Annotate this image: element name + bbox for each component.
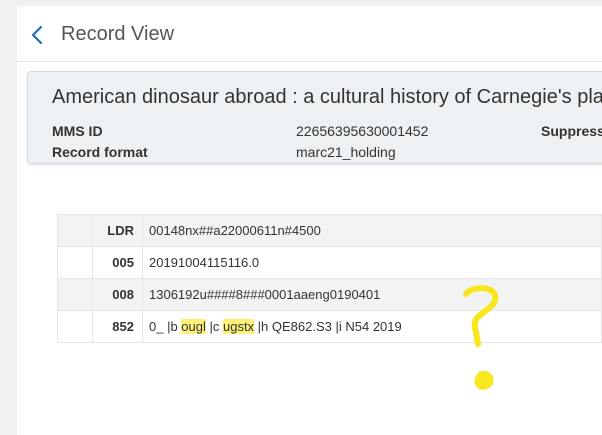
row-gutter bbox=[57, 278, 93, 311]
record-summary-card: American dinosaur abroad : a cultural hi… bbox=[27, 71, 602, 164]
record-title: American dinosaur abroad : a cultural hi… bbox=[52, 86, 602, 108]
marc-content[interactable]: 20191004115116.0 bbox=[142, 246, 602, 279]
subfield-text: |c bbox=[205, 319, 223, 334]
mms-id-label: MMS ID bbox=[52, 123, 103, 139]
record-format-label: Record format bbox=[52, 144, 148, 160]
record-view-page: Record View American dinosaur abroad : a… bbox=[17, 6, 602, 435]
suppress-label: Suppress bbox=[541, 123, 602, 139]
row-gutter bbox=[57, 214, 93, 247]
marc-tag: 005 bbox=[92, 246, 143, 279]
marc-tag: LDR bbox=[92, 214, 143, 247]
record-format-value: marc21_holding bbox=[296, 144, 396, 160]
marc-content[interactable]: 1306192u####8###0001aaeng0190401 bbox=[142, 278, 602, 311]
back-button[interactable] bbox=[29, 24, 45, 46]
row-gutter bbox=[57, 246, 93, 279]
page-header: Record View bbox=[17, 6, 602, 62]
marc-row-852: 852 0_ |b ougl |c ugstx |h QE862.S3 |i N… bbox=[57, 310, 602, 343]
chevron-left-icon bbox=[31, 25, 43, 45]
subfield-text: 0_ |b bbox=[149, 319, 182, 334]
row-gutter bbox=[57, 310, 93, 343]
marc-content[interactable]: 00148nx##a22000611n#4500 bbox=[142, 214, 602, 247]
mms-id-value: 22656395630001452 bbox=[296, 123, 429, 139]
marc-tag: 852 bbox=[92, 310, 143, 343]
marc-row-005: 005 20191004115116.0 bbox=[57, 246, 602, 279]
marc-row-ldr: LDR 00148nx##a22000611n#4500 bbox=[57, 214, 602, 247]
highlighted-location-code: ugstx bbox=[222, 319, 255, 334]
subfield-text: |h QE862.S3 |i N54 2019 bbox=[254, 319, 402, 334]
page-title: Record View bbox=[61, 23, 175, 45]
marc-content[interactable]: 0_ |b ougl |c ugstx |h QE862.S3 |i N54 2… bbox=[142, 310, 602, 343]
highlighted-library-code: ougl bbox=[181, 319, 206, 334]
marc-row-008: 008 1306192u####8###0001aaeng0190401 bbox=[57, 278, 602, 311]
marc-tag: 008 bbox=[92, 278, 143, 311]
marc-fields-table: LDR 00148nx##a22000611n#4500 005 2019100… bbox=[57, 214, 602, 343]
